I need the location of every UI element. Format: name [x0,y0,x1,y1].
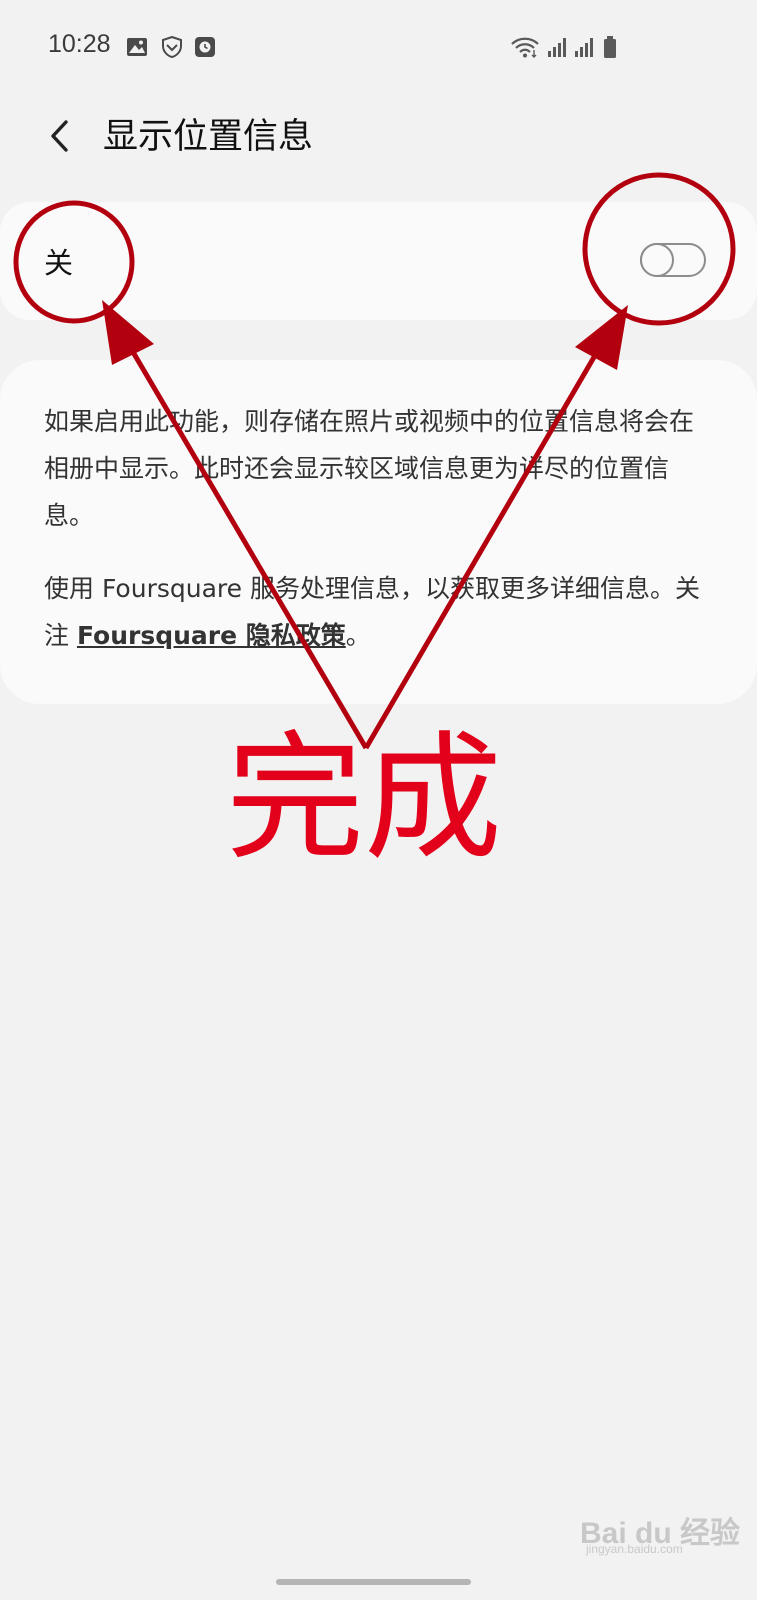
baidu-watermark: Bai du 经验 jingyan.baidu.com [580,1504,740,1556]
back-button[interactable] [40,110,80,162]
toggle-state-label: 关 [44,246,74,280]
home-indicator[interactable] [276,1579,471,1585]
description-text: 如果启用此功能，则存储在照片或视频中的位置信息将会在相册中显示。此时还会显示较区… [44,407,695,530]
location-toggle-row[interactable]: 关 [0,202,757,320]
foursquare-privacy-link[interactable]: Foursquare 隐私政策 [77,621,346,650]
chevron-left-icon [51,120,68,152]
done-annotation: 完成 [226,718,503,879]
clock-app-icon [195,37,215,57]
page-title: 显示位置信息 [103,117,314,157]
foursquare-note: 使用 Foursquare 服务处理信息，以获取更多详细信息。关注 Foursq… [44,565,704,659]
gallery-icon [127,38,147,56]
foursquare-note-end: 。 [345,621,371,650]
status-bar: 10:28 [0,0,757,96]
location-toggle-switch[interactable] [640,243,706,277]
signal-icon [575,38,593,57]
switch-knob [640,243,674,277]
battery-icon [604,36,616,58]
wifi-icon [511,37,539,58]
info-card: 如果启用此功能，则存储在照片或视频中的位置信息将会在相册中显示。此时还会显示较区… [0,360,757,704]
signal-icon [548,38,566,57]
app-header: 显示位置信息 [0,96,757,176]
status-time: 10:28 [48,30,111,58]
watermark-subtext: jingyan.baidu.com [586,1542,683,1556]
shield-icon [162,36,182,58]
